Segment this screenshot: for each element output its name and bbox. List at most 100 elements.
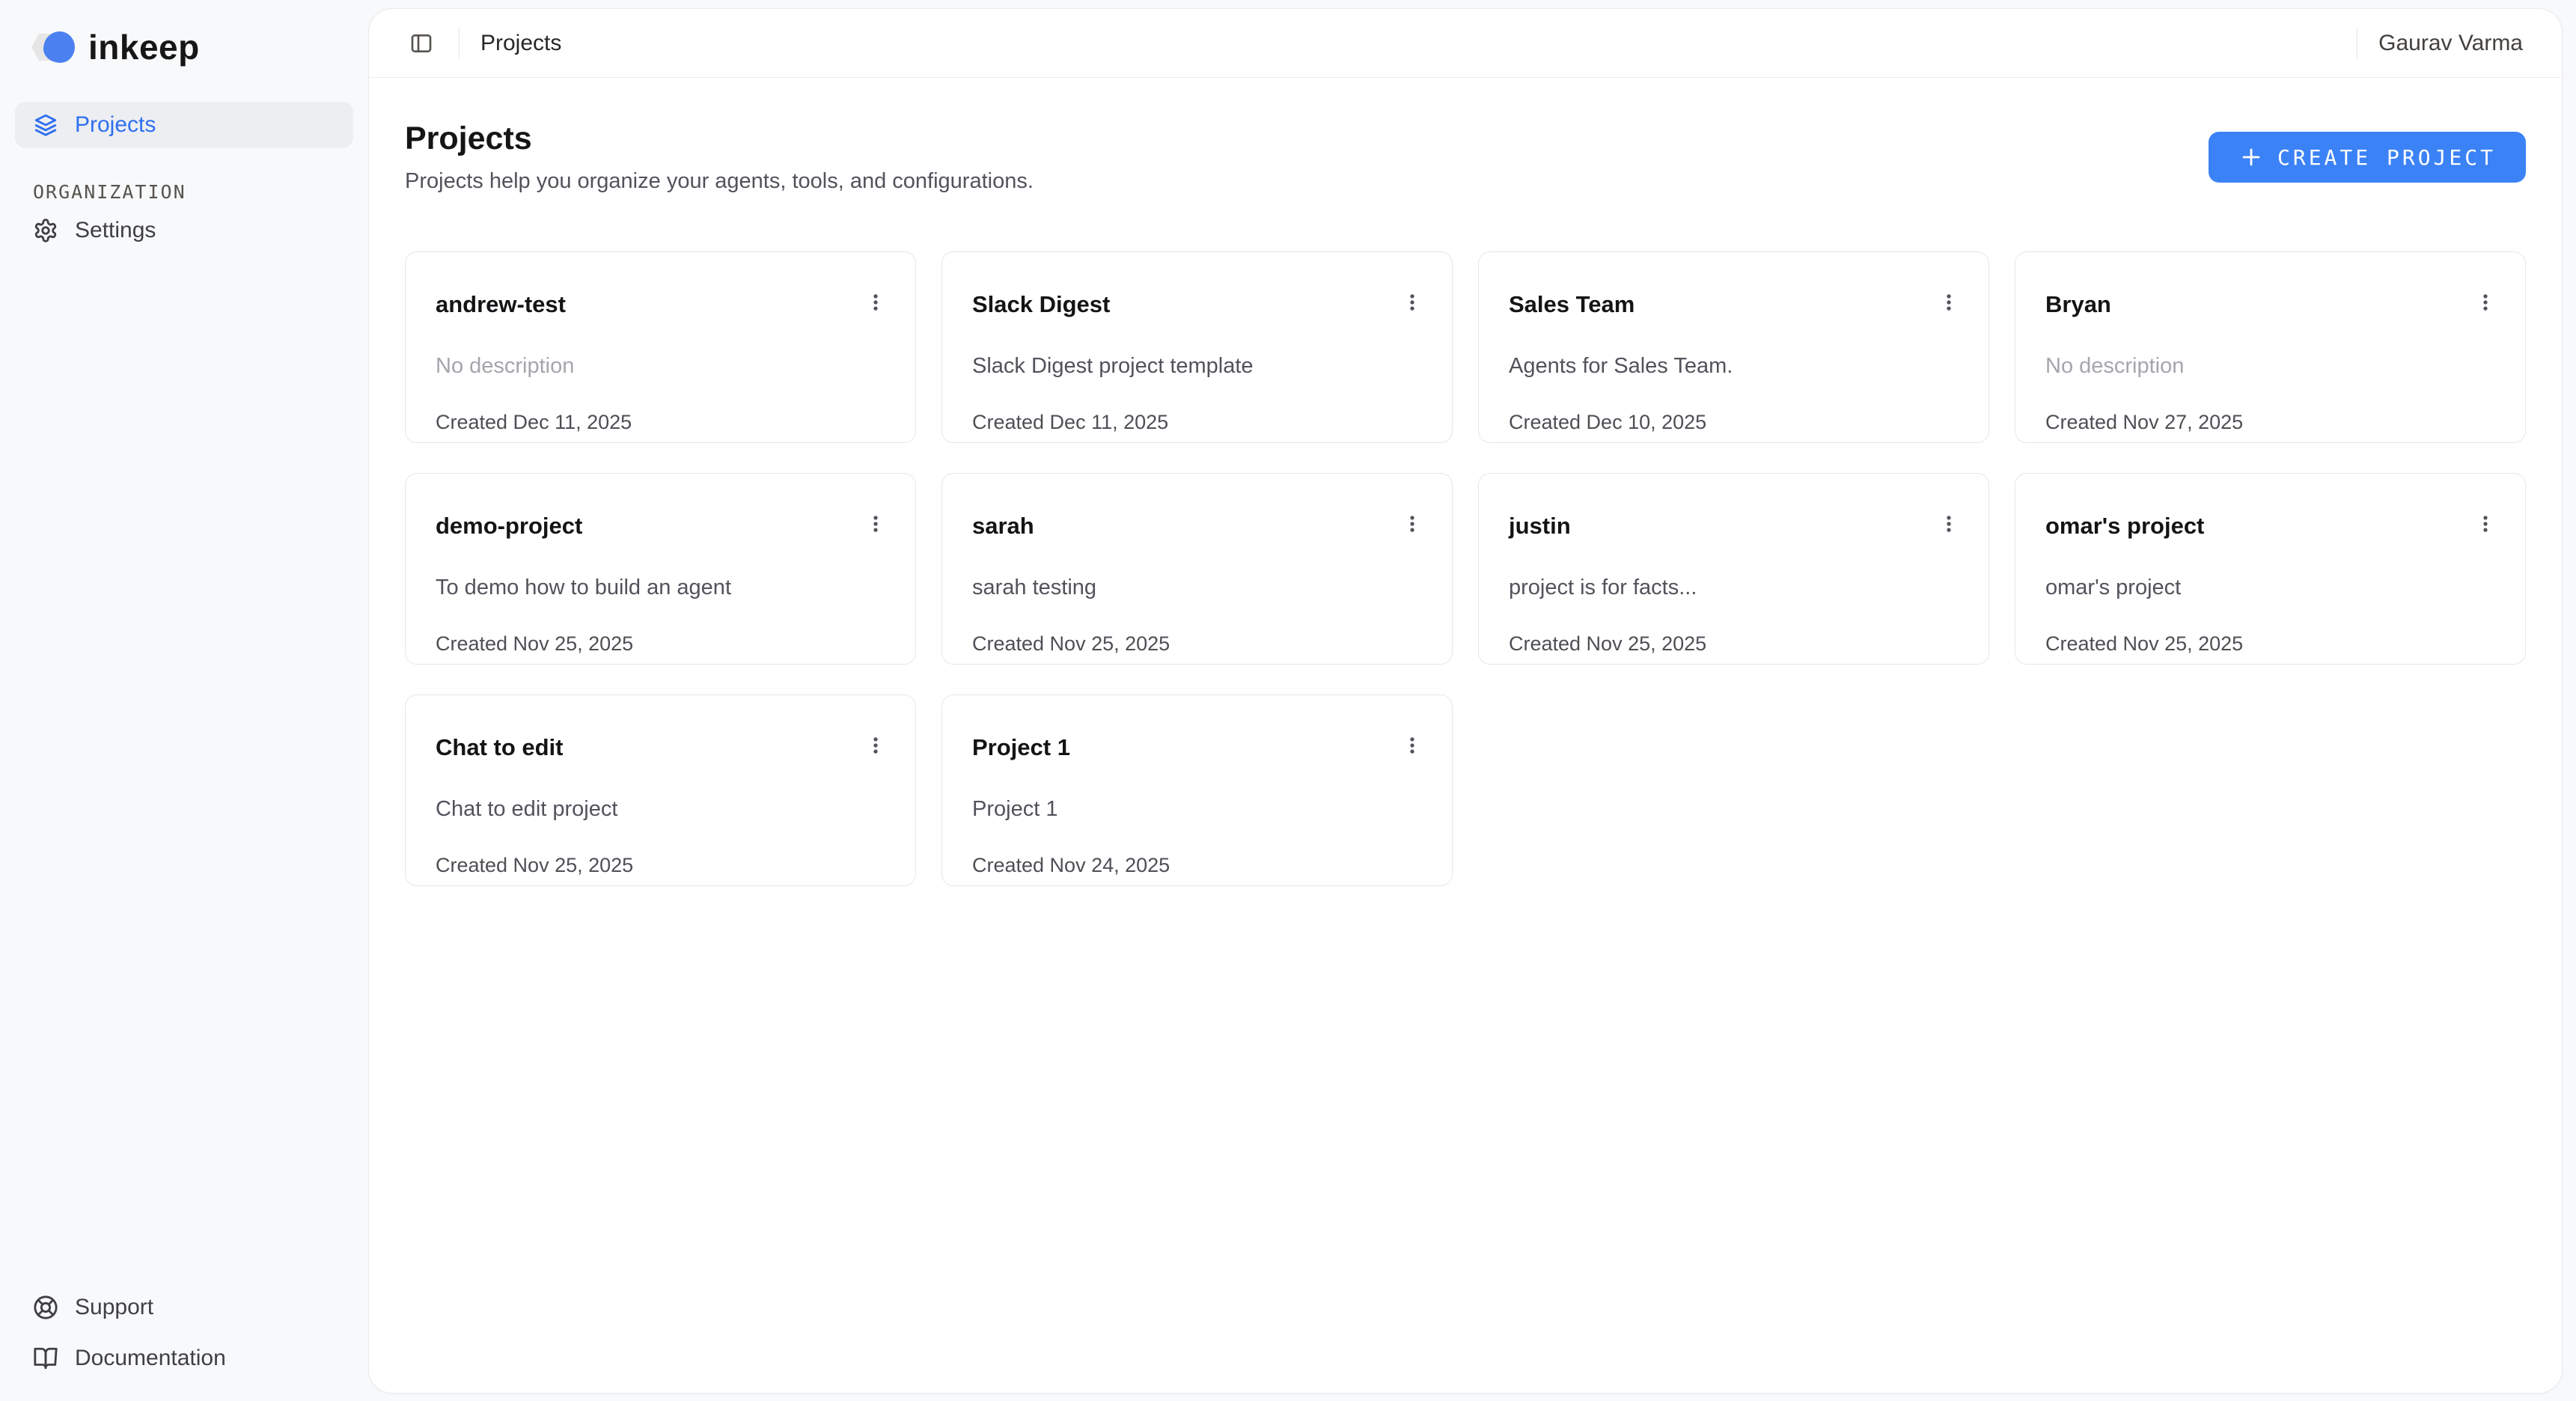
project-created-date: Created Nov 27, 2025 [2045, 409, 2495, 435]
sidebar-item-support[interactable]: Support [15, 1284, 353, 1331]
project-created-date: Created Nov 25, 2025 [1509, 631, 1959, 656]
project-description: Chat to edit project [436, 796, 885, 822]
project-created-date: Created Dec 11, 2025 [972, 409, 1422, 435]
project-menu-button[interactable] [860, 731, 891, 760]
project-created-date: Created Dec 10, 2025 [1509, 409, 1959, 435]
project-description: No description [2045, 352, 2495, 379]
project-created-date: Created Nov 25, 2025 [2045, 631, 2495, 656]
kebab-icon [864, 513, 887, 535]
project-card-header: justin [1509, 511, 1959, 541]
project-menu-button[interactable] [2470, 288, 2501, 317]
page-header-text: Projects Projects help you organize your… [405, 120, 1034, 195]
breadcrumb: Projects [480, 31, 561, 56]
project-card[interactable]: omar's project omar's project Created No… [2015, 473, 2526, 665]
logo-wordmark: inkeep [88, 27, 200, 67]
project-card[interactable]: Chat to edit Chat to edit project Create… [405, 695, 916, 886]
project-description: To demo how to build an agent [436, 574, 885, 601]
main-panel: Projects Gaurav Varma Projects Projects … [368, 8, 2563, 1394]
project-description: Agents for Sales Team. [1509, 352, 1959, 379]
project-created-date: Created Nov 25, 2025 [972, 631, 1422, 656]
project-name: demo-project [436, 511, 582, 541]
user-menu[interactable]: Gaurav Varma [2378, 31, 2523, 56]
project-name: Project 1 [972, 733, 1070, 763]
project-created-date: Created Nov 25, 2025 [436, 631, 885, 656]
sidebar-item-settings[interactable]: Settings [15, 207, 353, 254]
project-card[interactable]: Project 1 Project 1 Created Nov 24, 2025 [941, 695, 1453, 886]
kebab-icon [1938, 513, 1960, 535]
organization-section-label: ORGANIZATION [33, 181, 353, 203]
sidebar-item-documentation[interactable]: Documentation [15, 1335, 353, 1382]
plus-icon [2238, 144, 2264, 170]
sidebar-toggle-button[interactable] [405, 27, 438, 60]
project-name: justin [1509, 511, 1571, 541]
sidebar-item-projects[interactable]: Projects [15, 102, 353, 148]
project-card[interactable]: sarah sarah testing Created Nov 25, 2025 [941, 473, 1453, 665]
project-card-header: sarah [972, 511, 1422, 541]
projects-page: Projects Projects help you organize your… [369, 78, 2562, 1393]
project-card-header: Project 1 [972, 733, 1422, 763]
project-card-header: Slack Digest [972, 290, 1422, 320]
project-name: sarah [972, 511, 1034, 541]
project-card[interactable]: Slack Digest Slack Digest project templa… [941, 251, 1453, 443]
project-name: Slack Digest [972, 290, 1110, 320]
project-description: Slack Digest project template [972, 352, 1422, 379]
kebab-icon [1938, 291, 1960, 314]
project-card-header: Sales Team [1509, 290, 1959, 320]
project-menu-button[interactable] [860, 288, 891, 317]
sidebar-footer: Support Documentation [15, 1284, 353, 1382]
project-menu-button[interactable] [1397, 288, 1428, 317]
project-card-header: Bryan [2045, 290, 2495, 320]
project-description: omar's project [2045, 574, 2495, 601]
topbar: Projects Gaurav Varma [369, 9, 2562, 78]
layers-icon [33, 112, 58, 138]
kebab-icon [864, 734, 887, 757]
kebab-icon [1401, 513, 1423, 535]
project-name: omar's project [2045, 511, 2204, 541]
project-card-header: demo-project [436, 511, 885, 541]
kebab-icon [864, 291, 887, 314]
project-menu-button[interactable] [1397, 731, 1428, 760]
create-project-button[interactable]: CREATE PROJECT [2209, 132, 2526, 183]
project-name: Chat to edit [436, 733, 564, 763]
project-created-date: Created Nov 25, 2025 [436, 852, 885, 878]
kebab-icon [2474, 291, 2497, 314]
project-name: andrew-test [436, 290, 566, 320]
project-menu-button[interactable] [860, 510, 891, 538]
sidebar-item-label: Support [75, 1295, 153, 1320]
project-description: sarah testing [972, 574, 1422, 601]
logo-blue-blob-shape [43, 31, 75, 63]
sidebar-nav: Projects [15, 102, 353, 148]
page-subtitle: Projects help you organize your agents, … [405, 168, 1034, 195]
projects-grid: andrew-test No description Created Dec 1… [405, 251, 2526, 886]
project-menu-button[interactable] [1933, 288, 1965, 317]
project-created-date: Created Nov 24, 2025 [972, 852, 1422, 878]
sidebar-item-label: Documentation [75, 1346, 226, 1371]
sidebar-item-label: Settings [75, 218, 156, 243]
project-card[interactable]: justin project is for facts... Created N… [1478, 473, 1989, 665]
project-menu-button[interactable] [1933, 510, 1965, 538]
project-card-header: omar's project [2045, 511, 2495, 541]
lifebuoy-icon [33, 1295, 58, 1320]
inkeep-logo: inkeep [15, 21, 353, 73]
kebab-icon [2474, 513, 2497, 535]
project-description: Project 1 [972, 796, 1422, 822]
project-card[interactable]: Sales Team Agents for Sales Team. Create… [1478, 251, 1989, 443]
project-card[interactable]: demo-project To demo how to build an age… [405, 473, 916, 665]
project-name: Bryan [2045, 290, 2111, 320]
gear-icon [33, 218, 58, 243]
sidebar-item-label: Projects [75, 112, 156, 138]
inkeep-logo-icon [31, 31, 78, 63]
project-card[interactable]: Bryan No description Created Nov 27, 202… [2015, 251, 2526, 443]
sidebar: inkeep Projects ORGANIZATION Settings [0, 0, 368, 1401]
project-menu-button[interactable] [1397, 510, 1428, 538]
project-card-header: Chat to edit [436, 733, 885, 763]
project-description: No description [436, 352, 885, 379]
kebab-icon [1401, 734, 1423, 757]
project-menu-button[interactable] [2470, 510, 2501, 538]
create-project-label: CREATE PROJECT [2277, 145, 2496, 170]
organization-nav: Settings [15, 207, 353, 254]
project-card[interactable]: andrew-test No description Created Dec 1… [405, 251, 916, 443]
project-description: project is for facts... [1509, 574, 1959, 601]
kebab-icon [1401, 291, 1423, 314]
panel-left-icon [409, 31, 433, 55]
